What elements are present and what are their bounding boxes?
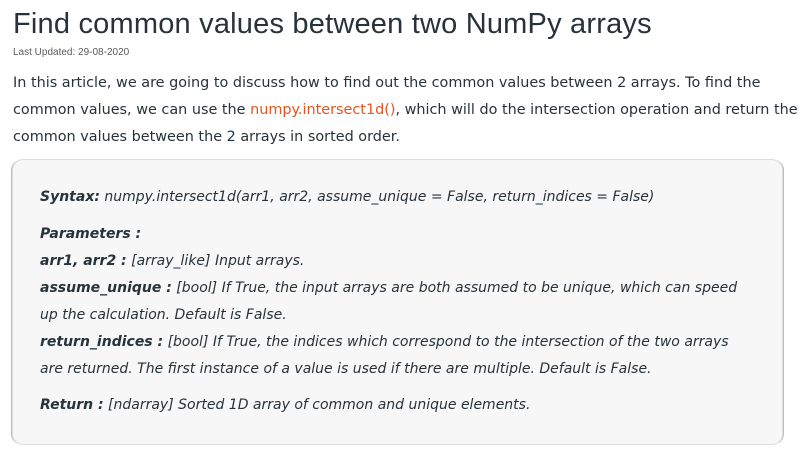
param-return-indices: return_indices : [bool] If True, the ind…	[40, 329, 755, 383]
last-updated: Last Updated: 29-08-2020	[13, 47, 130, 58]
parameters-heading: Parameters :	[40, 221, 755, 248]
param-name: return_indices :	[40, 334, 164, 350]
intro-paragraph: In this article, we are going to discuss…	[13, 70, 798, 151]
param-assume-unique: assume_unique : [bool] If True, the inpu…	[40, 275, 755, 329]
parameters-label: Parameters :	[40, 226, 142, 242]
param-name: assume_unique :	[40, 280, 172, 296]
syntax-line: Syntax: numpy.intersect1d(arr1, arr2, as…	[40, 184, 755, 211]
param-desc: [array_like] Input arrays.	[126, 253, 305, 269]
param-name: arr1, arr2 :	[40, 253, 127, 269]
return-line: Return : [ndarray] Sorted 1D array of co…	[40, 392, 755, 419]
syntax-text: numpy.intersect1d(arr1, arr2, assume_uni…	[99, 189, 655, 205]
syntax-label: Syntax:	[40, 189, 100, 205]
intersect1d-link[interactable]: numpy.intersect1d()	[250, 102, 395, 118]
syntax-box: Syntax: numpy.intersect1d(arr1, arr2, as…	[13, 160, 782, 444]
page-title: Find common values between two NumPy arr…	[13, 8, 652, 40]
return-label: Return :	[40, 397, 104, 413]
article: Find common values between two NumPy arr…	[0, 0, 806, 459]
param-arr: arr1, arr2 : [array_like] Input arrays.	[40, 248, 755, 275]
return-text: [ndarray] Sorted 1D array of common and …	[103, 397, 531, 413]
